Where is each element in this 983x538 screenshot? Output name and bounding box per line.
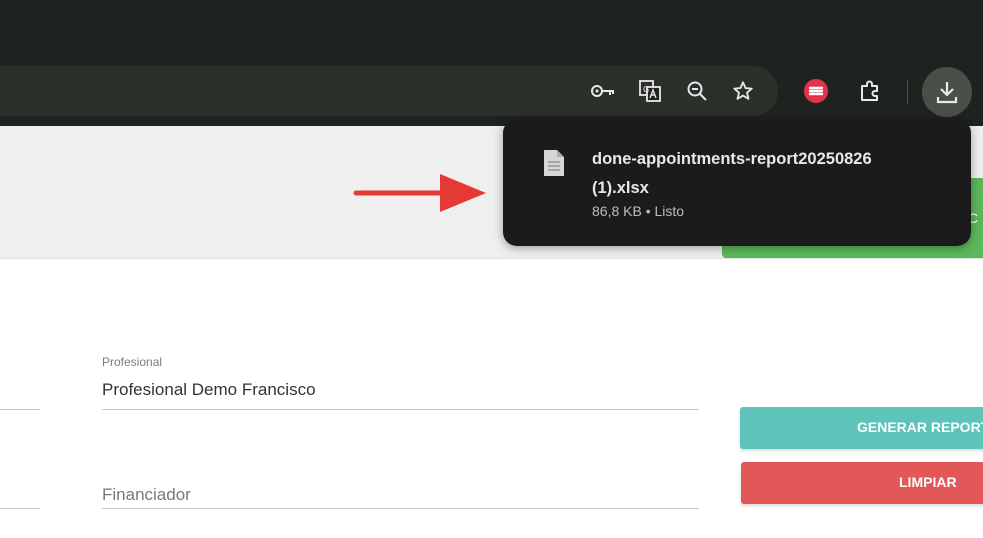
profesional-underline	[102, 409, 699, 410]
profesional-field[interactable]: Profesional Demo Francisco	[102, 380, 316, 400]
browser-tab-strip	[0, 0, 983, 58]
zoom-icon[interactable]	[684, 78, 710, 104]
red-arrow-annotation	[353, 174, 486, 212]
star-icon[interactable]	[730, 78, 756, 104]
svg-text:G: G	[643, 85, 649, 94]
toolbar-separator	[907, 80, 908, 104]
download-bubble[interactable]: done-appointments-report20250826 (1).xls…	[503, 119, 971, 246]
browser-toolbar: G	[0, 58, 983, 126]
download-filename-line1: done-appointments-report20250826	[592, 150, 872, 168]
profesional-label: Profesional	[102, 355, 163, 369]
financiador-field[interactable]: Financiador	[102, 485, 191, 505]
download-button[interactable]	[922, 67, 972, 117]
file-icon	[544, 150, 564, 176]
clear-button[interactable]: LIMPIAR	[741, 462, 983, 504]
key-icon[interactable]	[590, 78, 616, 104]
puzzle-icon[interactable]	[857, 78, 883, 104]
download-icon	[936, 82, 958, 104]
extension-red-icon[interactable]	[803, 78, 829, 104]
generate-report-button[interactable]: GENERAR REPORTE	[740, 407, 983, 449]
financiador-underline	[102, 508, 699, 509]
left-field-underline-2	[0, 508, 40, 509]
generate-report-label: GENERAR REPORTE	[857, 419, 983, 435]
translate-icon[interactable]: G	[637, 78, 663, 104]
download-meta: 86,8 KB • Listo	[592, 203, 685, 219]
clear-label: LIMPIAR	[899, 474, 957, 490]
download-filename[interactable]: done-appointments-report20250826 (1).xls…	[592, 145, 932, 203]
download-filename-line2: (1).xlsx	[592, 179, 649, 197]
left-field-underline	[0, 409, 40, 410]
